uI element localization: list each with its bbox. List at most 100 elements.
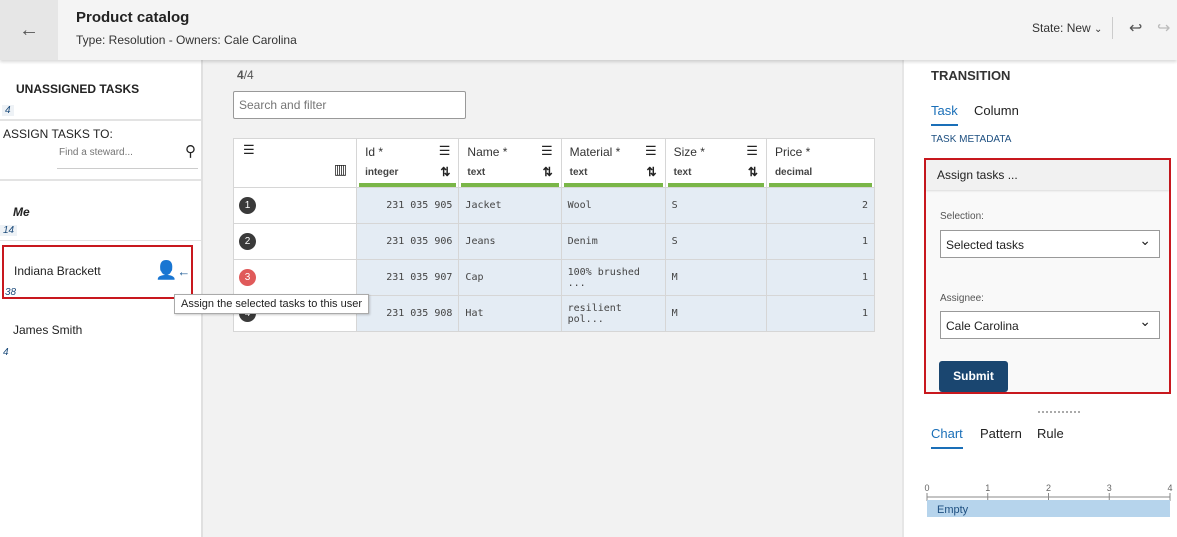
steward-search-input[interactable] bbox=[57, 143, 172, 162]
cell-size[interactable]: M bbox=[664, 295, 767, 332]
value-chart: 0 1 2 3 4 Empty bbox=[924, 483, 1173, 517]
cell-name[interactable]: Cap bbox=[458, 259, 562, 296]
state-dropdown[interactable]: State: New ⌄ bbox=[1032, 21, 1102, 35]
back-arrow-icon[interactable]: ← bbox=[0, 0, 58, 60]
selection-select[interactable]: Selected tasks bbox=[940, 230, 1160, 258]
submit-button[interactable]: Submit bbox=[939, 361, 1008, 392]
bar-label: Empty bbox=[937, 504, 969, 516]
cell-material[interactable]: Denim bbox=[560, 223, 666, 260]
count-current: 4 bbox=[237, 68, 244, 82]
tab-rule[interactable]: Rule bbox=[1037, 426, 1064, 441]
steward-count: 38 bbox=[5, 287, 17, 298]
x-tick-label: 0 bbox=[924, 483, 929, 493]
cell-name[interactable]: Jeans bbox=[458, 223, 562, 260]
column-header-name[interactable]: Name * text ☰ ⇅ bbox=[458, 138, 562, 188]
row-number-badge: 2 bbox=[239, 233, 256, 250]
selection-label: Selection: bbox=[940, 211, 984, 222]
cell-material[interactable]: Wool bbox=[560, 187, 666, 224]
menu-icon[interactable]: ☰ bbox=[645, 143, 657, 159]
page-subtitle: Type: Resolution - Owners: Cale Carolina bbox=[76, 33, 297, 47]
divider bbox=[0, 119, 201, 121]
x-tick-label: 1 bbox=[985, 483, 990, 493]
panel-title: TRANSITION bbox=[931, 68, 1011, 83]
unassigned-title: UNASSIGNED TASKS bbox=[16, 82, 140, 96]
chevron-down-icon: ⌄ bbox=[1094, 24, 1103, 35]
sort-icon[interactable]: ⇅ bbox=[647, 165, 657, 179]
x-tick-label: 4 bbox=[1167, 483, 1172, 493]
cell-material[interactable]: resilient pol... bbox=[560, 295, 666, 332]
sort-icon[interactable]: ⇅ bbox=[543, 165, 553, 179]
cell-name[interactable]: Hat bbox=[458, 295, 562, 332]
menu-icon[interactable]: ☰ bbox=[541, 143, 553, 159]
header: ← Product catalog Type: Resolution - Own… bbox=[0, 0, 1177, 60]
cell-price[interactable]: 1 bbox=[765, 223, 875, 260]
tooltip: Assign the selected tasks to this user bbox=[174, 294, 369, 314]
x-tick-label: 2 bbox=[1046, 483, 1051, 493]
row-number-badge: 3 bbox=[239, 269, 256, 286]
table-row[interactable]: 3 231 035 907 Cap 100% brushed ... M 1 bbox=[233, 259, 875, 296]
columns-icon[interactable]: ▥ bbox=[334, 161, 347, 178]
row-header-cell: ☰ ▥ bbox=[233, 138, 358, 188]
redo-icon[interactable]: ↪ bbox=[1157, 18, 1170, 38]
menu-icon[interactable]: ☰ bbox=[243, 142, 255, 158]
tab-pattern[interactable]: Pattern bbox=[980, 426, 1022, 441]
assign-tasks-header: Assign tasks ... bbox=[926, 160, 1169, 190]
cell-price[interactable]: 1 bbox=[765, 259, 875, 296]
search-filter-input[interactable] bbox=[233, 91, 466, 119]
task-counter: 4/4 bbox=[237, 68, 254, 82]
cell-size[interactable]: S bbox=[664, 187, 767, 224]
table-row[interactable]: 2 231 035 906 Jeans Denim S 1 bbox=[233, 223, 875, 260]
steward-count: 4 bbox=[3, 347, 9, 358]
row-number-cell[interactable]: 1 bbox=[233, 187, 358, 224]
column-header-price[interactable]: Price * decimal bbox=[765, 138, 875, 188]
unassigned-count: 4 bbox=[2, 105, 14, 116]
steward-name: Indiana Brackett bbox=[14, 264, 101, 278]
steward-sidebar: UNASSIGNED TASKS 4 ASSIGN TASKS TO: ⚲ Me… bbox=[0, 60, 203, 537]
page-title: Product catalog bbox=[76, 9, 190, 26]
count-total: /4 bbox=[243, 68, 254, 82]
column-header-size[interactable]: Size * text ☰ ⇅ bbox=[664, 138, 767, 188]
row-number-cell[interactable]: 3 bbox=[233, 259, 358, 296]
steward-item-me[interactable]: Me 14 bbox=[0, 181, 201, 241]
row-number-badge: 1 bbox=[239, 197, 256, 214]
assign-label: ASSIGN TASKS TO: bbox=[3, 127, 113, 141]
menu-icon[interactable]: ☰ bbox=[746, 143, 758, 159]
assignee-select[interactable]: Cale Carolina bbox=[940, 311, 1160, 339]
steward-item-indiana-brackett[interactable]: Indiana Brackett 38 👤← bbox=[2, 245, 193, 299]
cell-id[interactable]: 231 035 908 bbox=[356, 295, 460, 332]
search-icon[interactable]: ⚲ bbox=[185, 142, 196, 160]
tab-chart[interactable]: Chart bbox=[931, 426, 963, 449]
column-header-id[interactable]: Id * integer ☰ ⇅ bbox=[356, 138, 460, 188]
row-number-cell[interactable]: 2 bbox=[233, 223, 358, 260]
state-label: State: New bbox=[1032, 21, 1091, 35]
table-row[interactable]: 1 231 035 905 Jacket Wool S 2 bbox=[233, 187, 875, 224]
cell-id[interactable]: 231 035 906 bbox=[356, 223, 460, 260]
sort-icon[interactable]: ⇅ bbox=[748, 165, 758, 179]
undo-icon[interactable]: ↩ bbox=[1129, 18, 1142, 38]
cell-price[interactable]: 2 bbox=[765, 187, 875, 224]
cell-price[interactable]: 1 bbox=[765, 295, 875, 332]
divider bbox=[1112, 17, 1113, 39]
steward-name: Me bbox=[13, 205, 30, 219]
menu-icon[interactable]: ☰ bbox=[439, 143, 451, 159]
assign-tasks-form: Assign tasks ... Selection: Selected tas… bbox=[924, 158, 1171, 394]
steward-name: James Smith bbox=[13, 323, 83, 337]
column-header-material[interactable]: Material * text ☰ ⇅ bbox=[560, 138, 666, 188]
tab-column[interactable]: Column bbox=[974, 103, 1019, 118]
cell-name[interactable]: Jacket bbox=[458, 187, 562, 224]
steward-search[interactable]: ⚲ bbox=[57, 142, 198, 169]
x-tick-label: 3 bbox=[1107, 483, 1112, 493]
cell-id[interactable]: 231 035 905 bbox=[356, 187, 460, 224]
cell-size[interactable]: S bbox=[664, 223, 767, 260]
resize-handle[interactable] bbox=[1038, 411, 1080, 413]
cell-id[interactable]: 231 035 907 bbox=[356, 259, 460, 296]
assignee-label: Assignee: bbox=[940, 293, 984, 304]
cell-size[interactable]: M bbox=[664, 259, 767, 296]
assign-user-icon[interactable]: 👤← bbox=[155, 260, 190, 281]
tab-task[interactable]: Task bbox=[931, 103, 958, 126]
task-metadata-link[interactable]: TASK METADATA bbox=[931, 134, 1011, 145]
cell-material[interactable]: 100% brushed ... bbox=[560, 259, 666, 296]
steward-count: 14 bbox=[0, 225, 18, 236]
transition-panel: TRANSITION Task Column TASK METADATA Ass… bbox=[902, 60, 1177, 537]
sort-icon[interactable]: ⇅ bbox=[440, 165, 450, 179]
